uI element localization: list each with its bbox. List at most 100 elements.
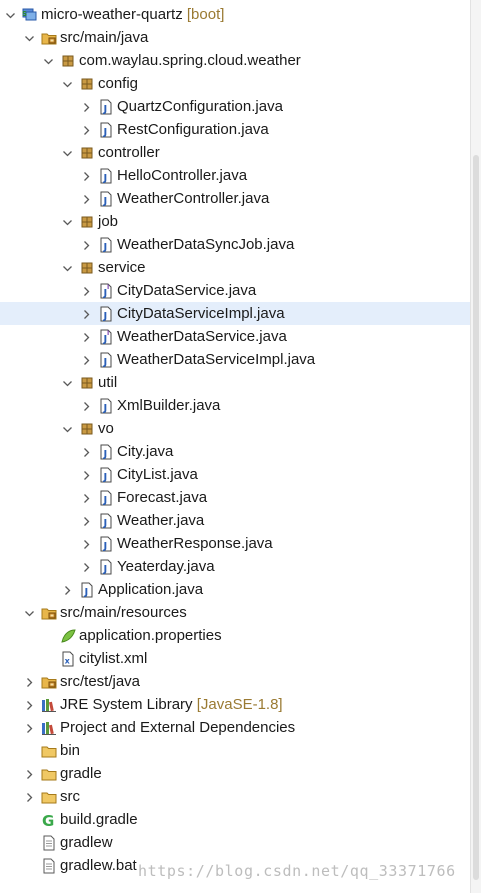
tree-row[interactable]: J Forecast.java	[0, 486, 470, 509]
tree-row[interactable]: J WeatherResponse.java	[0, 532, 470, 555]
tree-row[interactable]: Smicro-weather-quartz [boot]	[0, 3, 470, 26]
chevron-down-icon[interactable]	[62, 146, 73, 157]
chevron-right-icon[interactable]	[81, 514, 92, 526]
tree-row[interactable]: J Weather.java	[0, 509, 470, 532]
chevron-right-icon[interactable]	[81, 307, 92, 319]
chevron-down-icon[interactable]	[62, 215, 73, 226]
tree-item-label: City.java	[117, 443, 174, 460]
tree-row[interactable]: J CityDataServiceImpl.java	[0, 302, 470, 325]
java-class-icon: J	[98, 352, 114, 368]
tree-item-label: WeatherDataSyncJob.java	[117, 236, 295, 253]
tree-item-label: build.gradle	[60, 811, 138, 828]
chevron-down-icon[interactable]	[24, 31, 35, 42]
tree-row[interactable]: J WeatherDataServiceImpl.java	[0, 348, 470, 371]
chevron-right-icon[interactable]	[24, 698, 35, 710]
tree-row[interactable]: gradle	[0, 762, 470, 785]
tree-item-label: com.waylau.spring.cloud.weather	[79, 52, 301, 69]
chevron-right-icon[interactable]	[81, 238, 92, 250]
chevron-right-icon[interactable]	[81, 468, 92, 480]
tree-item-label: src/main/resources	[60, 604, 187, 621]
tree-row[interactable]: service	[0, 256, 470, 279]
tree-row[interactable]: J Application.java	[0, 578, 470, 601]
chevron-right-icon[interactable]	[81, 445, 92, 457]
tree-row[interactable]: Gbuild.gradle	[0, 808, 470, 831]
svg-text:I: I	[107, 330, 109, 337]
chevron-right-icon[interactable]	[81, 330, 92, 342]
chevron-right-icon[interactable]	[81, 284, 92, 296]
chevron-down-icon[interactable]	[62, 376, 73, 387]
tree-row[interactable]: J CityList.java	[0, 463, 470, 486]
chevron-right-icon[interactable]	[81, 100, 92, 112]
tree-row[interactable]: util	[0, 371, 470, 394]
tree-row[interactable]: J WeatherDataSyncJob.java	[0, 233, 470, 256]
chevron-right-icon[interactable]	[81, 353, 92, 365]
svg-text:J: J	[103, 196, 108, 207]
tree-item-label: Weather.java	[117, 512, 205, 529]
tree-row[interactable]: src/main/resources	[0, 601, 470, 624]
tree-row[interactable]: J City.java	[0, 440, 470, 463]
chevron-down-icon[interactable]	[5, 8, 16, 19]
tree-row[interactable]: src	[0, 785, 470, 808]
chevron-right-icon[interactable]	[24, 767, 35, 779]
chevron-down-icon[interactable]	[62, 77, 73, 88]
tree-row[interactable]: gradlew	[0, 831, 470, 854]
chevron-right-icon[interactable]	[81, 491, 92, 503]
tree-row[interactable]: J I WeatherDataService.java	[0, 325, 470, 348]
svg-text:x: x	[65, 657, 71, 666]
java-interface-icon: JI	[98, 329, 114, 345]
java-class-icon: J	[98, 490, 114, 506]
tree-item-label: util	[98, 374, 118, 391]
chevron-right-icon[interactable]	[81, 399, 92, 411]
tree-row[interactable]: J RestConfiguration.java	[0, 118, 470, 141]
tree-row[interactable]: job	[0, 210, 470, 233]
tree-item-label: WeatherController.java	[117, 190, 270, 207]
tree-item-label: job	[98, 213, 119, 230]
chevron-down-icon[interactable]	[43, 54, 54, 65]
tree-row[interactable]: J QuartzConfiguration.java	[0, 95, 470, 118]
text-file-icon	[41, 835, 57, 851]
tree-row[interactable]: config	[0, 72, 470, 95]
chevron-right-icon[interactable]	[81, 169, 92, 181]
tree-row[interactable]: J XmlBuilder.java	[0, 394, 470, 417]
svg-text:J: J	[103, 311, 108, 322]
chevron-right-icon[interactable]	[24, 790, 35, 802]
scrollbar-thumb[interactable]	[473, 155, 479, 880]
gradle-file-icon: G	[41, 812, 57, 830]
chevron-right-icon[interactable]	[81, 537, 92, 549]
chevron-right-icon[interactable]	[24, 675, 35, 687]
tree-row[interactable]: controller	[0, 141, 470, 164]
tree-row[interactable]: src/main/java	[0, 26, 470, 49]
tree-row[interactable]: JRE System Library [JavaSE-1.8]	[0, 693, 470, 716]
chevron-right-icon[interactable]	[81, 560, 92, 572]
tree-item-label: Project and External Dependencies	[60, 719, 296, 736]
tree-row[interactable]: x citylist.xml	[0, 647, 470, 670]
tree-item-decoration: [boot]	[186, 6, 225, 23]
tree-row[interactable]: J Yeaterday.java	[0, 555, 470, 578]
svg-text:J: J	[103, 242, 108, 253]
chevron-down-icon[interactable]	[62, 261, 73, 272]
tree-row[interactable]: vo	[0, 417, 470, 440]
tree-item-label: Forecast.java	[117, 489, 208, 506]
tree-row[interactable]: src/test/java	[0, 670, 470, 693]
svg-text:J: J	[103, 403, 108, 414]
tree-item-label: controller	[98, 144, 160, 161]
tree-row[interactable]: J I CityDataService.java	[0, 279, 470, 302]
folder-icon	[41, 766, 57, 782]
chevron-right-icon[interactable]	[24, 721, 35, 733]
tree-row[interactable]: J HelloController.java	[0, 164, 470, 187]
tree-row[interactable]: com.waylau.spring.cloud.weather	[0, 49, 470, 72]
java-class-icon: J	[98, 536, 114, 552]
chevron-down-icon[interactable]	[24, 606, 35, 617]
chevron-right-icon[interactable]	[81, 123, 92, 135]
text-file-icon	[41, 858, 57, 874]
chevron-right-icon[interactable]	[81, 192, 92, 204]
tree-row[interactable]: bin	[0, 739, 470, 762]
tree-row[interactable]: Project and External Dependencies	[0, 716, 470, 739]
tree-row[interactable]: application.properties	[0, 624, 470, 647]
chevron-right-icon[interactable]	[62, 583, 73, 595]
folder-icon	[41, 743, 57, 759]
vertical-scrollbar[interactable]	[470, 0, 481, 893]
chevron-down-icon[interactable]	[62, 422, 73, 433]
svg-text:J: J	[103, 173, 108, 184]
tree-row[interactable]: J WeatherController.java	[0, 187, 470, 210]
